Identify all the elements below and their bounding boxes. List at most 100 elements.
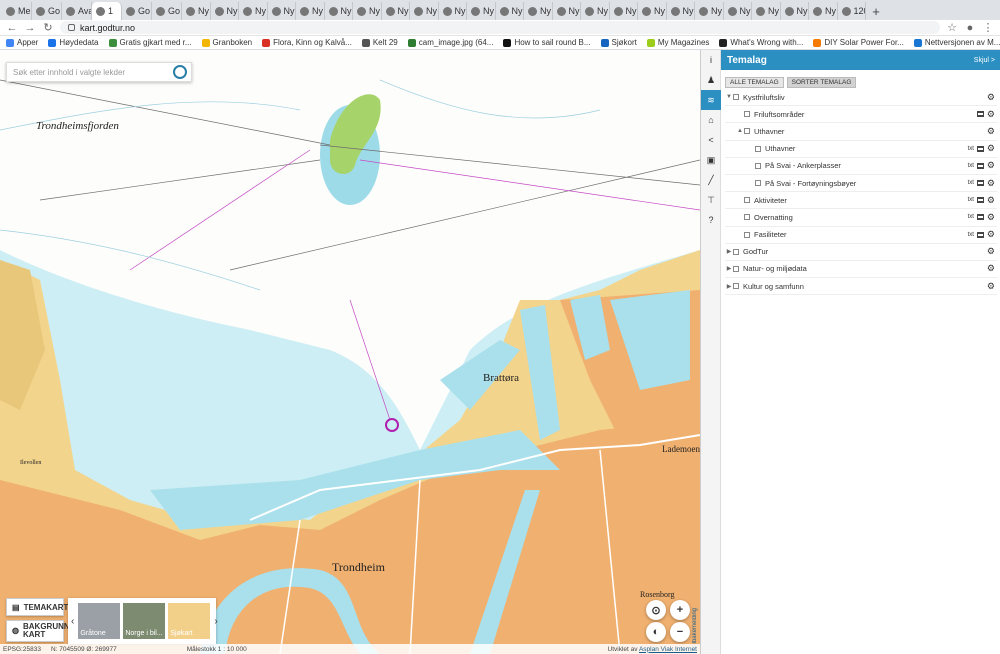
gear-icon[interactable]: ⚙ — [987, 195, 995, 205]
browser-tab[interactable]: Go — [32, 2, 62, 20]
browser-tab[interactable]: Ny fane — [638, 2, 667, 20]
browser-tab[interactable]: Go — [152, 2, 182, 20]
gear-icon[interactable]: ⚙ — [987, 161, 995, 170]
bookmark-item[interactable]: Høydedata — [48, 38, 99, 47]
browser-tab[interactable]: Ny fane — [695, 2, 724, 20]
gear-icon[interactable]: ⚙ — [987, 109, 995, 119]
background-map-thumb[interactable]: Gråtone — [78, 603, 121, 639]
map-view[interactable]: Trondheimsfjorden Brattøra Trondheim Lad… — [0, 50, 700, 654]
gear-icon[interactable]: ⚙ — [987, 247, 995, 256]
browser-tab[interactable]: Ny fane — [296, 2, 325, 20]
chevron-right-icon[interactable]: › — [214, 616, 217, 627]
help-icon[interactable]: ? — [701, 210, 721, 230]
browser-tab[interactable]: Ny fane — [467, 2, 496, 20]
table-icon[interactable] — [976, 111, 984, 118]
bakgrunnskart-button[interactable]: ◍ BAKGRUNNS-KART — [6, 620, 78, 642]
browser-tab[interactable]: Ny fane — [553, 2, 581, 20]
layer-row[interactable]: ▶ GodTur ⚙ — [725, 244, 997, 261]
layer-row[interactable]: På Svai - Fortøyningsbøyer txt ⚙ — [725, 175, 997, 193]
feedback-link[interactable]: Tilbakemelding — [692, 608, 698, 648]
browser-tab[interactable]: Ny fane — [724, 2, 752, 20]
briefcase-icon[interactable]: ▣ — [701, 150, 721, 170]
table-icon[interactable] — [976, 214, 984, 221]
bookmark-item[interactable]: My Magazines — [646, 38, 709, 47]
layer-checkbox[interactable] — [755, 145, 761, 152]
profile-icon[interactable]: ● — [964, 22, 976, 34]
table-icon[interactable] — [976, 145, 984, 152]
expand-toggle-icon[interactable]: ▼ — [725, 94, 733, 100]
bookmark-item[interactable]: Nettversjonen av M... — [913, 38, 1000, 47]
menu-icon[interactable]: ⋮ — [982, 21, 994, 34]
info-icon[interactable]: i — [701, 50, 721, 70]
layer-row[interactable]: Fasiliteter txt ⚙ — [725, 227, 997, 244]
gear-icon[interactable]: ⚙ — [987, 126, 995, 136]
background-map-thumb[interactable]: Norge i bil... — [123, 603, 166, 639]
gear-icon[interactable]: ⚙ — [987, 144, 995, 153]
search-icon[interactable] — [173, 65, 187, 79]
layer-row[interactable]: ▼ Kystfriluftsliv ⚙ — [725, 89, 997, 107]
layer-row[interactable]: Friluftsområder ⚙ — [725, 106, 997, 124]
browser-tab[interactable]: Ny fane — [667, 2, 695, 20]
browser-tab[interactable]: Ny fane — [439, 2, 467, 20]
bookmark-item[interactable]: What's Wrong with... — [719, 38, 803, 47]
expand-toggle-icon[interactable]: ▲ — [736, 128, 744, 134]
expand-toggle-icon[interactable]: ▶ — [725, 248, 733, 255]
browser-tab[interactable]: Ny fane — [496, 2, 524, 20]
layer-row[interactable]: Uthavner txt ⚙ — [725, 141, 997, 158]
bookmark-item[interactable]: DIY Solar Power For... — [813, 38, 904, 47]
layer-row[interactable]: Overnatting txt ⚙ — [725, 209, 997, 227]
browser-tab[interactable]: Ava — [62, 2, 92, 20]
gear-icon[interactable]: ⚙ — [987, 92, 995, 102]
bookmark-item[interactable]: Kelt 29 — [361, 38, 398, 47]
browser-tab[interactable]: Ny fane — [752, 2, 781, 20]
bookmark-item[interactable]: Sjøkort — [600, 38, 637, 47]
browser-tab[interactable]: 120 — [838, 2, 866, 20]
browser-tab[interactable]: Ny fane — [353, 2, 382, 20]
background-map-thumb[interactable]: Sjøkart — [168, 603, 211, 639]
layer-checkbox[interactable] — [755, 180, 761, 187]
browser-tab[interactable]: Ny fane — [382, 2, 410, 20]
layer-checkbox[interactable] — [744, 197, 750, 204]
table-icon[interactable] — [976, 162, 984, 169]
back-icon[interactable]: ← — [6, 22, 18, 34]
signpost-icon[interactable]: ⊤ — [701, 190, 721, 210]
bookmark-item[interactable]: cam_image.jpg (64... — [407, 38, 493, 47]
zoom-in-button[interactable]: + — [670, 600, 690, 620]
reload-icon[interactable]: ↻ — [42, 21, 54, 34]
tab-all-layers[interactable]: ALLE TEMALAG — [725, 77, 784, 88]
text-label-toggle[interactable]: txt — [968, 214, 974, 220]
browser-tab[interactable]: Ny fane — [410, 2, 439, 20]
text-label-toggle[interactable]: txt — [968, 163, 974, 169]
ruler-icon[interactable]: ╱ — [701, 170, 721, 190]
layer-checkbox[interactable] — [744, 128, 750, 135]
text-label-toggle[interactable]: txt — [968, 146, 974, 152]
zoom-out-button[interactable]: − — [670, 622, 690, 642]
browser-tab[interactable]: Ny fane — [182, 2, 211, 20]
tag-icon[interactable]: ⌂ — [701, 110, 721, 130]
layer-checkbox[interactable] — [733, 248, 739, 255]
browser-tab[interactable]: Me — [2, 2, 32, 20]
layer-checkbox[interactable] — [733, 94, 739, 101]
layer-row[interactable]: ▶ Kultur og samfunn ⚙ — [725, 278, 997, 296]
attribution-link[interactable]: Asplan Viak Internet — [639, 646, 697, 653]
tab-sort-layers[interactable]: SORTER TEMALAG — [786, 77, 857, 88]
browser-tab[interactable]: Ny fane — [268, 2, 296, 20]
layer-row[interactable]: Aktiviteter txt ⚙ — [725, 192, 997, 210]
compass-button[interactable]: ◐ — [646, 622, 666, 642]
forward-icon[interactable]: → — [24, 22, 36, 34]
table-icon[interactable] — [976, 197, 984, 204]
layer-checkbox[interactable] — [744, 214, 750, 221]
chevron-left-icon[interactable]: ‹ — [71, 616, 74, 627]
hide-panel-button[interactable]: Skjul > — [974, 57, 995, 64]
layer-checkbox[interactable] — [744, 231, 750, 238]
search-input[interactable]: Søk etter innhold i valgte lekder — [6, 62, 192, 82]
bookmark-item[interactable]: Flora, Kinn og Kalvå... — [262, 38, 352, 47]
bookmark-item[interactable]: Granboken — [201, 38, 252, 47]
table-icon[interactable] — [976, 231, 984, 238]
user-icon[interactable]: ♟ — [701, 70, 721, 90]
browser-tab[interactable]: Ny fane — [239, 2, 268, 20]
browser-tab[interactable]: Ny fane — [781, 2, 809, 20]
browser-tab[interactable]: Ny fane — [581, 2, 610, 20]
browser-tab[interactable]: 1 — [92, 2, 122, 20]
gear-icon[interactable]: ⚙ — [987, 230, 995, 239]
